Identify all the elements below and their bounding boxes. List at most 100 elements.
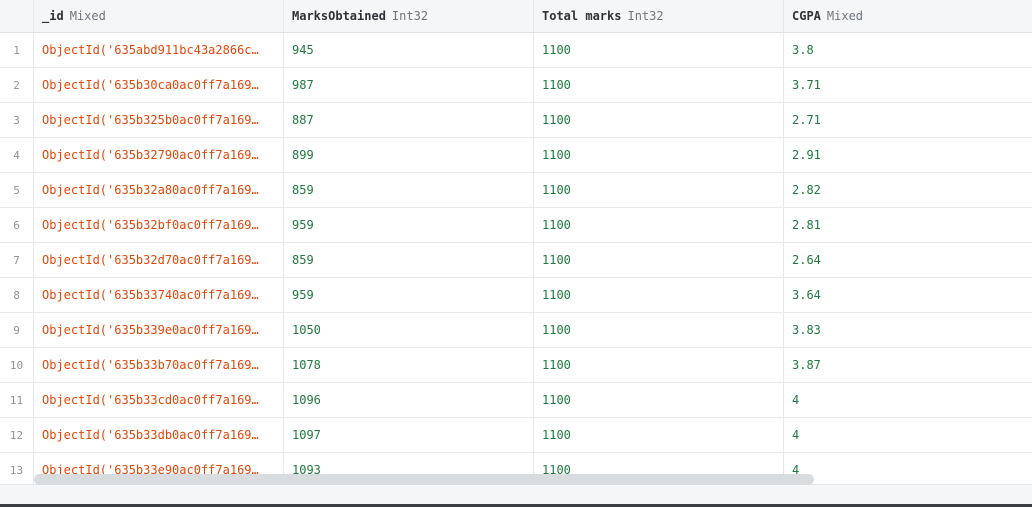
cell-cgpa[interactable]: 3.8 [784,33,1032,67]
cell-marks-obtained[interactable]: 1078 [284,348,534,382]
cell-total-marks-value: 1100 [542,218,571,232]
table-row[interactable]: 9 ObjectId('635b339e0ac0ff7a169… 1050 1100 3… [0,313,1032,348]
cell-cgpa-value: 2.91 [792,148,821,162]
cell-id[interactable]: ObjectId('635b32a80ac0ff7a169… [34,173,284,207]
table-row[interactable]: 6 ObjectId('635b32bf0ac0ff7a169… 959 1100 2.… [0,208,1032,243]
cell-marks-obtained[interactable]: 887 [284,103,534,137]
cell-id-value: ObjectId('635b32a80ac0ff7a169… [42,183,259,197]
cell-total-marks[interactable]: 1100 [534,138,784,172]
table-body: 1 ObjectId('635abd911bc43a2866c… 945 1100 3.… [0,33,1032,488]
row-number: 2 [0,68,34,102]
table-row[interactable]: 5 ObjectId('635b32a80ac0ff7a169… 859 1100 2.… [0,173,1032,208]
cell-total-marks[interactable]: 1100 [534,68,784,102]
table-row[interactable]: 12 ObjectId('635b33db0ac0ff7a169… 1097 1100… [0,418,1032,453]
row-number: 6 [0,208,34,242]
row-number: 10 [0,348,34,382]
row-number: 13 [0,453,34,487]
cell-marks-obtained[interactable]: 859 [284,243,534,277]
cell-id[interactable]: ObjectId('635b33cd0ac0ff7a169… [34,383,284,417]
cell-cgpa[interactable]: 4 [784,453,1032,487]
cell-cgpa[interactable]: 4 [784,383,1032,417]
cell-id[interactable]: ObjectId('635b325b0ac0ff7a169… [34,103,284,137]
cell-total-marks[interactable]: 1100 [534,33,784,67]
cell-total-marks-value: 1100 [542,323,571,337]
cell-id[interactable]: ObjectId('635b33b70ac0ff7a169… [34,348,284,382]
row-number: 11 [0,383,34,417]
cell-cgpa[interactable]: 2.64 [784,243,1032,277]
cell-marks-obtained[interactable]: 1050 [284,313,534,347]
cell-cgpa[interactable]: 2.91 [784,138,1032,172]
cell-total-marks[interactable]: 1100 [534,103,784,137]
cell-id-value: ObjectId('635b32d70ac0ff7a169… [42,253,259,267]
cell-cgpa[interactable]: 2.81 [784,208,1032,242]
cell-id-value: ObjectId('635b33740ac0ff7a169… [42,288,259,302]
cell-total-marks[interactable]: 1100 [534,348,784,382]
cell-total-marks-value: 1100 [542,358,571,372]
cell-cgpa[interactable]: 2.71 [784,103,1032,137]
cell-marks-obtained-value: 1050 [292,323,321,337]
cell-total-marks[interactable]: 1100 [534,313,784,347]
cell-marks-obtained[interactable]: 1096 [284,383,534,417]
cell-marks-obtained-value: 1096 [292,393,321,407]
table-row[interactable]: 10 ObjectId('635b33b70ac0ff7a169… 1078 1100… [0,348,1032,383]
cell-id-value: ObjectId('635b325b0ac0ff7a169… [42,113,259,127]
cell-cgpa[interactable]: 2.82 [784,173,1032,207]
cell-id[interactable]: ObjectId('635b32d70ac0ff7a169… [34,243,284,277]
cell-total-marks-value: 1100 [542,288,571,302]
column-type: Mixed [69,9,106,23]
cell-marks-obtained[interactable]: 859 [284,173,534,207]
cell-marks-obtained[interactable]: 987 [284,68,534,102]
cell-total-marks-value: 1100 [542,253,571,267]
cell-marks-obtained-value: 987 [292,78,314,92]
table-row[interactable]: 11 ObjectId('635b33cd0ac0ff7a169… 1096 1100… [0,383,1032,418]
cell-total-marks-value: 1100 [542,183,571,197]
column-header-marks-obtained[interactable]: MarksObtained Int32 [284,0,534,32]
cell-total-marks[interactable]: 1100 [534,278,784,312]
column-header-id[interactable]: _id Mixed [34,0,284,32]
column-type: Mixed [826,9,864,23]
cell-id[interactable]: ObjectId('635abd911bc43a2866c… [34,33,284,67]
cell-cgpa-value: 2.64 [792,253,821,267]
cell-marks-obtained-value: 1078 [292,358,321,372]
cell-cgpa[interactable]: 4 [784,418,1032,452]
table-row[interactable]: 4 ObjectId('635b32790ac0ff7a169… 899 1100 2.… [0,138,1032,173]
cell-cgpa-value: 3.87 [792,358,821,372]
row-number: 7 [0,243,34,277]
cell-id[interactable]: ObjectId('635b339e0ac0ff7a169… [34,313,284,347]
cell-marks-obtained[interactable]: 959 [284,278,534,312]
cell-id[interactable]: ObjectId('635b32790ac0ff7a169… [34,138,284,172]
column-header-cgpa[interactable]: CGPA Mixed [784,0,1032,32]
cell-marks-obtained-value: 959 [292,218,314,232]
row-number-header [0,0,34,32]
table-row[interactable]: 3 ObjectId('635b325b0ac0ff7a169… 887 1100 2.… [0,103,1032,138]
cell-total-marks-value: 1100 [542,113,571,127]
cell-total-marks[interactable]: 1100 [534,418,784,452]
cell-cgpa-value: 4 [792,428,800,442]
cell-marks-obtained-value: 1097 [292,428,321,442]
cell-cgpa[interactable]: 3.87 [784,348,1032,382]
cell-total-marks[interactable]: 1100 [534,243,784,277]
cell-total-marks[interactable]: 1100 [534,383,784,417]
cell-id[interactable]: ObjectId('635b33db0ac0ff7a169… [34,418,284,452]
cell-cgpa[interactable]: 3.83 [784,313,1032,347]
cell-id[interactable]: ObjectId('635b32bf0ac0ff7a169… [34,208,284,242]
cell-total-marks[interactable]: 1100 [534,208,784,242]
cell-cgpa-value: 2.82 [792,183,821,197]
cell-marks-obtained[interactable]: 959 [284,208,534,242]
cell-id[interactable]: ObjectId('635b30ca0ac0ff7a169… [34,68,284,102]
table-row[interactable]: 2 ObjectId('635b30ca0ac0ff7a169… 987 1100 3.… [0,68,1032,103]
horizontal-scrollbar[interactable] [34,474,814,485]
cell-cgpa[interactable]: 3.71 [784,68,1032,102]
cell-marks-obtained[interactable]: 945 [284,33,534,67]
cell-total-marks[interactable]: 1100 [534,173,784,207]
row-number: 3 [0,103,34,137]
table-row[interactable]: 1 ObjectId('635abd911bc43a2866c… 945 1100 3.… [0,33,1032,68]
table-row[interactable]: 8 ObjectId('635b33740ac0ff7a169… 959 1100 3.… [0,278,1032,313]
cell-marks-obtained[interactable]: 899 [284,138,534,172]
cell-cgpa[interactable]: 3.64 [784,278,1032,312]
column-header-total-marks[interactable]: Total marks Int32 [534,0,784,32]
cell-marks-obtained[interactable]: 1097 [284,418,534,452]
cell-marks-obtained-value: 859 [292,183,314,197]
table-row[interactable]: 7 ObjectId('635b32d70ac0ff7a169… 859 1100 2.… [0,243,1032,278]
cell-id[interactable]: ObjectId('635b33740ac0ff7a169… [34,278,284,312]
